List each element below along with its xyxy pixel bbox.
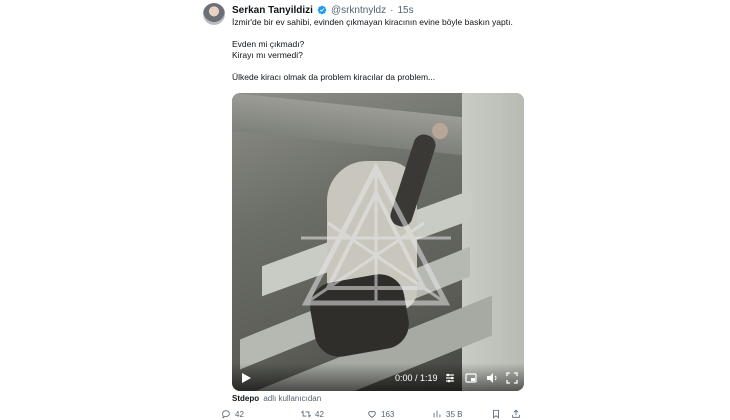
tweet-actions: 42 42 163 35 B <box>221 409 521 420</box>
retweet-count: 42 <box>315 409 324 419</box>
reply-button[interactable]: 42 <box>221 409 244 419</box>
settings-icon[interactable] <box>444 372 456 384</box>
heart-icon <box>368 411 376 418</box>
share-icon <box>512 409 520 418</box>
tweet-line: Ülkede kiracı olmak da problem kiracılar… <box>232 72 436 82</box>
author-handle[interactable]: @srkntnyldz <box>331 5 386 16</box>
author-name[interactable]: Serkan Tanyildizi <box>232 5 313 16</box>
video-scene-wall <box>462 93 524 391</box>
tweet-header: Serkan Tanyildizi @srkntnyldz · 15s <box>232 3 414 17</box>
share-button[interactable] <box>511 409 521 419</box>
separator-dot: · <box>390 4 394 16</box>
views-chart-icon <box>433 410 441 418</box>
retweet-icon <box>301 410 311 418</box>
like-count: 163 <box>381 409 395 419</box>
fullscreen-icon[interactable] <box>506 372 518 384</box>
views-button[interactable]: 35 B <box>432 409 462 419</box>
reply-icon <box>222 410 230 419</box>
video-player[interactable]: 0:00 / 1:19 <box>232 93 524 391</box>
retweet-button[interactable]: 42 <box>301 409 324 419</box>
source-name[interactable]: Stdepo <box>232 394 259 403</box>
picture-in-picture-icon[interactable] <box>465 372 477 384</box>
timestamp[interactable]: 15s <box>397 5 413 16</box>
tweet-line: Evden mi çıkmadı? <box>232 39 305 49</box>
video-time: 0:00 / 1:19 <box>395 373 438 383</box>
watermark-logo-icon <box>301 163 451 306</box>
bookmark-button[interactable] <box>491 409 501 419</box>
volume-icon[interactable] <box>486 372 498 384</box>
tweet[interactable]: Serkan Tanyildizi @srkntnyldz · 15s İzmi… <box>0 0 730 420</box>
video-source-attribution: Stdepo adlı kullanıcıdan <box>232 394 321 403</box>
like-button[interactable]: 163 <box>367 409 394 419</box>
tweet-line: Kirayı mı vermedi? <box>232 50 303 60</box>
verified-badge-icon <box>317 5 327 15</box>
views-count: 35 B <box>446 409 463 419</box>
video-controls: 0:00 / 1:19 <box>232 363 524 391</box>
tweet-text: İzmir'de bir ev sahibi, evinden çıkmayan… <box>232 17 562 83</box>
tweet-line: İzmir'de bir ev sahibi, evinden çıkmayan… <box>232 17 513 27</box>
source-note: adlı kullanıcıdan <box>263 394 322 403</box>
avatar[interactable] <box>203 3 225 25</box>
video-scene-hand <box>432 123 448 139</box>
play-icon[interactable] <box>240 372 252 384</box>
reply-count: 42 <box>235 409 244 419</box>
bookmark-icon <box>493 409 499 419</box>
